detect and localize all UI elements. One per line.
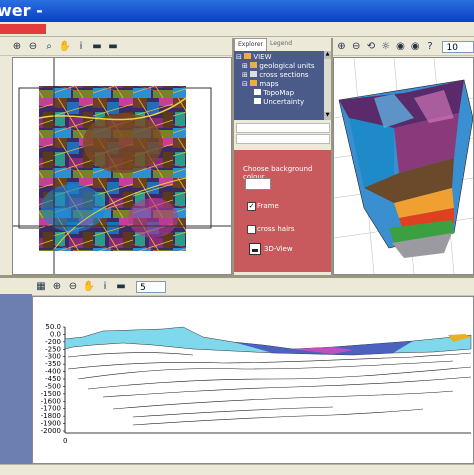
3d-model bbox=[333, 57, 474, 275]
x-tick-label: 0 bbox=[63, 437, 67, 445]
section-toolbar: ▦ ⊕ ⊖ ✋ ⅰ ▬ 5 bbox=[32, 278, 474, 296]
pan-hand-icon[interactable]: ✋ bbox=[82, 280, 96, 294]
zoom-out-icon[interactable]: ⊖ bbox=[350, 40, 363, 54]
zoom-fit-icon[interactable]: ⌕ bbox=[42, 40, 56, 54]
zoom-in-icon[interactable]: ⊕ bbox=[335, 40, 348, 54]
help-icon[interactable]: ? bbox=[424, 40, 437, 54]
view3d-label: 3D-View bbox=[264, 245, 293, 253]
tree-item-maps[interactable]: ⊟ maps bbox=[236, 80, 329, 89]
cross-section-chart: 50.00.0-200-250-300-350-400-450-500-1500… bbox=[41, 323, 472, 445]
map-view[interactable] bbox=[12, 57, 232, 275]
tree-item-cross-sections[interactable]: ⊞ cross sections bbox=[236, 71, 329, 80]
zoom-out-icon[interactable]: ⊖ bbox=[66, 280, 80, 294]
explorer-tree: ⊟ VIEW ⊞ geological units ⊞ cross sectio… bbox=[234, 51, 331, 109]
options-tab-strip-2 bbox=[236, 134, 330, 144]
book-icon[interactable]: ▬ bbox=[114, 280, 128, 294]
info-icon[interactable]: ⅰ bbox=[74, 40, 88, 54]
explorer-options-tabs bbox=[234, 120, 331, 150]
map-toolbar: ⊕ ⊖ ⌕ ✋ ⅰ ▬ ▬ bbox=[0, 38, 232, 56]
zoom-value-input[interactable]: 10 bbox=[442, 40, 474, 53]
zoom-in-icon[interactable]: ⊕ bbox=[10, 40, 24, 54]
book2-icon[interactable]: ▬ bbox=[106, 40, 120, 54]
tree-item-view[interactable]: ⊟ VIEW bbox=[236, 53, 329, 62]
eye2-icon[interactable]: ◉ bbox=[409, 40, 422, 54]
window-title-bar: wer - bbox=[0, 0, 474, 22]
y-tick-label: -2000 bbox=[41, 427, 61, 435]
status-indicator bbox=[0, 24, 46, 34]
zoom-out-icon[interactable]: ⊖ bbox=[26, 40, 40, 54]
tab-explorer[interactable]: Explorer bbox=[234, 38, 267, 51]
tree-item-uncertainty[interactable]: Uncertainty bbox=[236, 98, 329, 107]
rotate-icon[interactable]: ⟲ bbox=[365, 40, 378, 54]
map-canvas bbox=[13, 58, 231, 274]
eye-icon[interactable]: ◉ bbox=[394, 40, 407, 54]
view3d-toolbar: ⊕ ⊖ ⟲ ☼ ◉ ◉ ? 10 bbox=[333, 38, 474, 56]
view3d-canvas[interactable] bbox=[333, 57, 474, 275]
options-tab-strip bbox=[236, 123, 330, 133]
view3d-icon[interactable] bbox=[249, 243, 261, 255]
frame-label: Frame bbox=[257, 202, 279, 210]
pan-hand-icon[interactable]: ✋ bbox=[58, 40, 72, 54]
scroll-down-icon[interactable]: ▼ bbox=[324, 112, 331, 120]
grid-icon[interactable]: ▦ bbox=[34, 280, 48, 294]
map-left-gutter bbox=[0, 57, 12, 275]
explorer-scrollbar[interactable]: ▲ ▼ bbox=[324, 51, 331, 120]
sun-icon[interactable]: ☼ bbox=[379, 40, 392, 54]
cross-section-view[interactable]: 50.0 0.0 -200 -250 -300 -350 -400 -450 -500 -1500… bbox=[32, 296, 474, 464]
section-value-input[interactable]: 5 bbox=[136, 280, 166, 293]
tree-item-topomap[interactable]: TopoMap bbox=[236, 89, 329, 98]
scroll-up-icon[interactable]: ▲ bbox=[324, 51, 331, 59]
strata-lines bbox=[67, 352, 472, 426]
frame-checkbox[interactable]: ✓ bbox=[247, 202, 256, 211]
explorer-panel: Explorer Legend ⊟ VIEW ⊞ geological unit… bbox=[234, 38, 331, 120]
menu-bar bbox=[0, 22, 474, 37]
tree-item-geological-units[interactable]: ⊞ geological units bbox=[236, 62, 329, 71]
zoom-in-icon[interactable]: ⊕ bbox=[50, 280, 64, 294]
background-color-button[interactable] bbox=[245, 178, 271, 190]
cross-hairs-checkbox[interactable] bbox=[247, 225, 256, 234]
cross-hairs-label: cross hairs bbox=[257, 225, 295, 233]
section-left-panel bbox=[0, 278, 32, 464]
tab-legend[interactable]: Legend bbox=[267, 38, 295, 51]
options-panel: Choose background colour ✓ Frame cross h… bbox=[234, 150, 331, 272]
status-bar bbox=[0, 464, 474, 475]
window-title: wer - bbox=[0, 1, 43, 20]
info-icon[interactable]: ⅰ bbox=[98, 280, 112, 294]
book-icon[interactable]: ▬ bbox=[90, 40, 104, 54]
